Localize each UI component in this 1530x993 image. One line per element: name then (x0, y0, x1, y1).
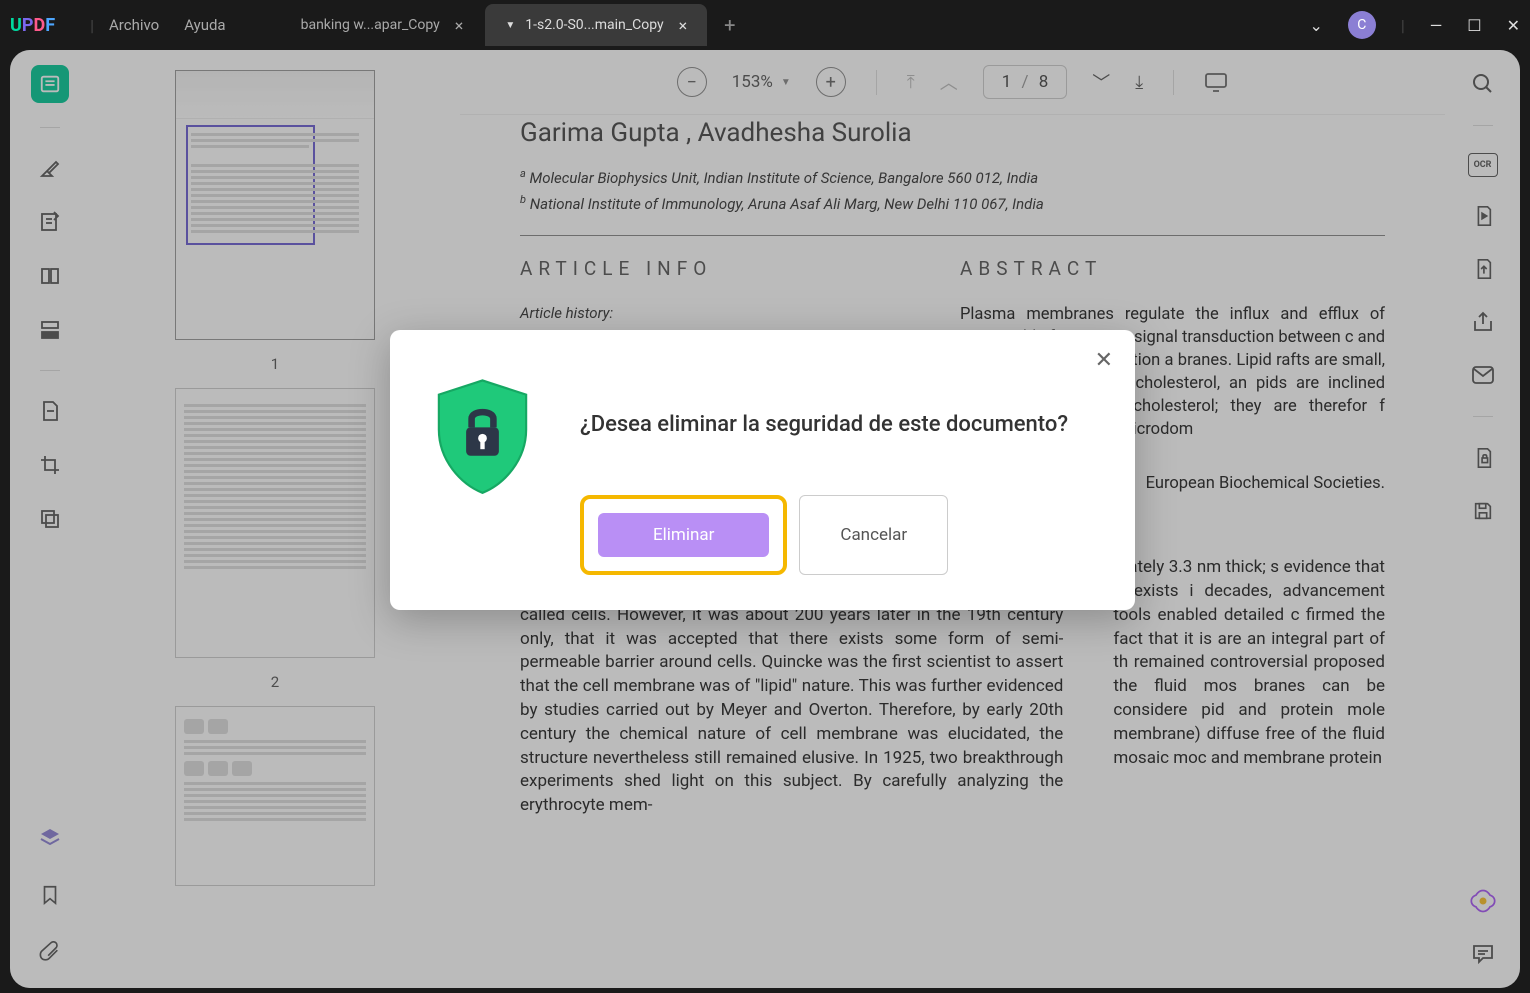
user-avatar[interactable]: C (1348, 11, 1376, 39)
chevron-down-icon[interactable]: ▼ (505, 20, 515, 31)
modal-title: ¿Desea eliminar la seguridad de este doc… (580, 410, 1100, 440)
tab-bar: banking w...apar_Copy × ▼ 1-s2.0-S0...ma… (281, 0, 1310, 50)
close-icon[interactable]: × (455, 16, 464, 35)
tab-inactive[interactable]: banking w...apar_Copy × (281, 4, 484, 46)
maximize-icon[interactable]: ☐ (1467, 16, 1481, 35)
titlebar: UPDF | Archivo Ayuda banking w...apar_Co… (0, 0, 1530, 50)
tab-label: banking w...apar_Copy (301, 17, 440, 33)
add-tab-button[interactable]: + (724, 13, 735, 37)
menu-ayuda[interactable]: Ayuda (184, 16, 225, 34)
security-modal: ✕ ¿Desea eliminar la seguridad de este d… (390, 330, 1135, 610)
separator: | (90, 16, 94, 35)
shield-lock-icon (425, 375, 540, 495)
window-controls: ⌄ C | — ☐ ✕ (1309, 11, 1520, 39)
cancelar-button[interactable]: Cancelar (799, 495, 948, 575)
close-icon[interactable]: × (679, 16, 688, 35)
chevron-down-icon[interactable]: ⌄ (1309, 16, 1322, 35)
close-icon[interactable]: ✕ (1507, 16, 1520, 35)
close-icon[interactable]: ✕ (1095, 348, 1113, 373)
tab-active[interactable]: ▼ 1-s2.0-S0...main_Copy × (485, 4, 707, 46)
button-highlight: Eliminar (580, 495, 787, 575)
tab-label: 1-s2.0-S0...main_Copy (525, 17, 663, 33)
app-logo: UPDF (10, 15, 55, 36)
minimize-icon[interactable]: — (1430, 16, 1443, 35)
eliminar-button[interactable]: Eliminar (598, 513, 769, 557)
menu-archivo[interactable]: Archivo (109, 16, 159, 34)
